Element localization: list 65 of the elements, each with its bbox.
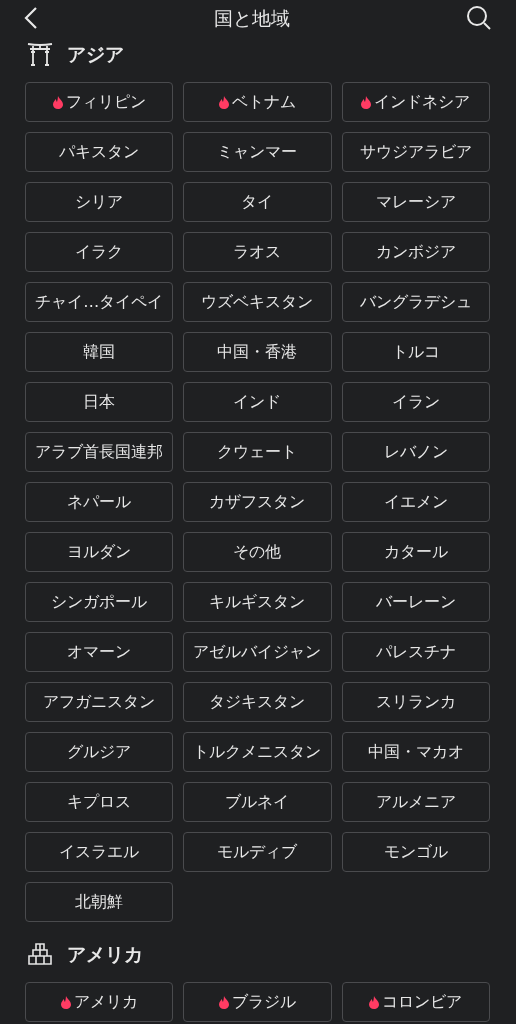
country-button[interactable]: パレスチナ <box>341 632 490 672</box>
country-button[interactable]: 北朝鮮 <box>25 882 174 922</box>
pyramid-icon <box>27 942 53 966</box>
flame-icon <box>219 95 229 109</box>
country-button[interactable]: ベトナム <box>183 82 332 122</box>
country-button[interactable]: 日本 <box>25 382 174 422</box>
country-button[interactable]: バングラデシュ <box>341 282 490 322</box>
country-button[interactable]: イラク <box>25 232 174 272</box>
country-button[interactable]: アゼルバイジャン <box>183 632 332 672</box>
gate-icon <box>27 42 53 66</box>
country-button[interactable]: インド <box>183 382 332 422</box>
country-button[interactable]: アラブ首長国連邦 <box>25 432 174 472</box>
country-button[interactable]: ネパール <box>25 482 174 522</box>
country-button[interactable]: ブラジル <box>183 982 332 1022</box>
country-button[interactable]: バーレーン <box>341 582 490 622</box>
country-button[interactable]: インドネシア <box>341 82 490 122</box>
country-button[interactable]: サウジアラビア <box>341 132 490 172</box>
country-button[interactable]: タジキスタン <box>183 682 332 722</box>
country-button[interactable]: スリランカ <box>341 682 490 722</box>
country-button[interactable]: イラン <box>341 382 490 422</box>
country-button[interactable]: ミャンマー <box>183 132 332 172</box>
flame-icon <box>219 995 229 1009</box>
country-button[interactable]: イスラエル <box>25 832 174 872</box>
page-title: 国と地域 <box>214 5 290 31</box>
country-button[interactable]: ウズベキスタン <box>183 282 332 322</box>
country-button[interactable]: パキスタン <box>25 132 174 172</box>
section-title: アジア <box>67 41 124 67</box>
country-button[interactable]: チャイ…タイペイ <box>25 282 174 322</box>
country-button[interactable]: タイ <box>183 182 332 222</box>
country-button[interactable]: カタール <box>341 532 490 572</box>
country-button[interactable]: レバノン <box>341 432 490 472</box>
country-button[interactable]: マレーシア <box>341 182 490 222</box>
country-button[interactable]: ラオス <box>183 232 332 272</box>
country-button[interactable]: キプロス <box>25 782 174 822</box>
country-button[interactable]: その他 <box>183 532 332 572</box>
country-button[interactable]: 韓国 <box>25 332 174 372</box>
country-button[interactable]: ヨルダン <box>25 532 174 572</box>
country-button[interactable]: クウェート <box>183 432 332 472</box>
flame-icon <box>369 995 380 1009</box>
country-button[interactable]: シンガポール <box>25 582 174 622</box>
country-button[interactable]: シリア <box>25 182 174 222</box>
country-button[interactable]: イエメン <box>341 482 490 522</box>
country-button[interactable]: フィリピン <box>25 82 174 122</box>
country-button[interactable]: アメリカ <box>25 982 174 1022</box>
country-button[interactable]: モンゴル <box>341 832 490 872</box>
country-button[interactable]: モルディブ <box>183 832 332 872</box>
flame-icon <box>60 995 71 1009</box>
country-button[interactable]: ブルネイ <box>183 782 332 822</box>
flame-icon <box>52 95 63 109</box>
flame-icon <box>361 95 372 109</box>
section-title: アメリカ <box>67 941 143 967</box>
country-button[interactable]: グルジア <box>25 732 174 772</box>
country-button[interactable]: トルコ <box>341 332 490 372</box>
country-button[interactable]: オマーン <box>25 632 174 672</box>
country-button[interactable]: 中国・マカオ <box>341 732 490 772</box>
country-button[interactable]: 中国・香港 <box>183 332 332 372</box>
country-button[interactable]: カンボジア <box>341 232 490 272</box>
country-button[interactable]: アルメニア <box>341 782 490 822</box>
country-button[interactable]: キルギスタン <box>183 582 332 622</box>
country-button[interactable]: アフガニスタン <box>25 682 174 722</box>
country-button[interactable]: トルクメニスタン <box>183 732 332 772</box>
search-icon[interactable] <box>466 5 492 31</box>
back-icon[interactable] <box>24 7 38 29</box>
country-button[interactable]: コロンビア <box>341 982 490 1022</box>
country-button[interactable]: カザフスタン <box>183 482 332 522</box>
